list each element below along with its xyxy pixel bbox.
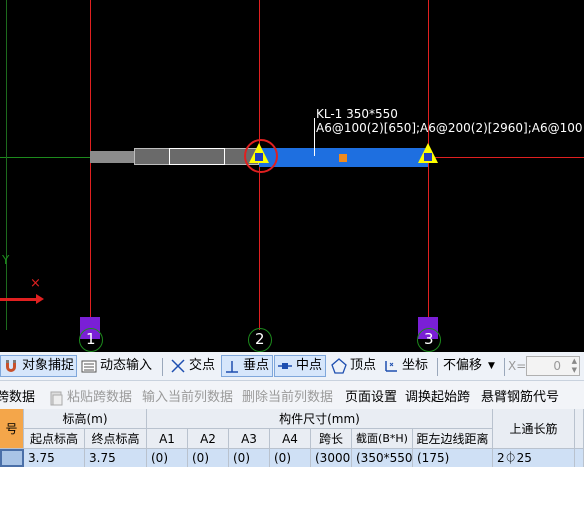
col-header-start-elev[interactable]: 起点标高	[24, 429, 85, 449]
col-header-span-length[interactable]: 跨长	[311, 429, 352, 449]
keyboard-icon	[81, 358, 97, 374]
axis-label-2: 2	[255, 330, 265, 348]
menu-swap-start-span[interactable]: 调换起始跨	[405, 386, 470, 405]
green-guide-vertical	[6, 0, 7, 330]
col-header-edge-distance[interactable]: 距左边线距离	[413, 429, 493, 449]
object-snap-button[interactable]: 对象捕捉	[0, 355, 77, 377]
cell-top-rebar[interactable]: 2⏀25	[493, 449, 575, 467]
cell-a3[interactable]: (0)	[229, 449, 270, 467]
col-header-top-rebar[interactable]: 上通长筋	[493, 409, 575, 449]
grid-line-1	[90, 0, 91, 330]
group-header-dimensions: 构件尺寸(mm)	[147, 409, 493, 429]
toolbar-separator	[437, 358, 438, 376]
vertex-snap-button[interactable]: 顶点	[331, 355, 376, 377]
cell-a1[interactable]: (0)	[147, 449, 188, 467]
stepper-icon: ▲ ▼	[571, 357, 577, 374]
ucs-y-label: Y	[2, 253, 10, 267]
span-data-grid[interactable]: 号 标高(m) 构件尺寸(mm) 上通长筋 起点标高 终点标高 A1 A2 A3…	[0, 409, 584, 467]
snap-toolbar: 对象捕捉 动态输入 交点 垂点 中点 顶点 坐标 不偏移 ▼ X= 0 ▲ ▼	[0, 352, 584, 381]
cell-a2[interactable]: (0)	[188, 449, 229, 467]
x-offset-label: X=	[508, 359, 527, 373]
snap-cursor-circle	[244, 139, 278, 173]
col-header-a3[interactable]: A3	[229, 429, 270, 449]
axis-label-3: 3	[424, 330, 434, 348]
intersection-snap-button[interactable]: 交点	[170, 355, 215, 377]
col-header-section[interactable]: 截面(B*H)	[352, 429, 413, 449]
row-selector[interactable]	[0, 449, 24, 467]
beam-label-name: KL-1 350*550	[316, 107, 398, 121]
menu-input-column[interactable]: 输入当前列数据	[142, 386, 233, 405]
menu-cantilever-code[interactable]: 悬臂钢筋代号	[481, 386, 559, 405]
cell-span-length[interactable]: (3000)	[311, 449, 352, 467]
menu-page-setup[interactable]: 页面设置	[345, 386, 397, 405]
object-snap-label: 对象捕捉	[22, 358, 75, 373]
snap-marker-end[interactable]	[416, 141, 440, 169]
cell-section[interactable]: (350*550)	[352, 449, 413, 467]
offset-select-value: 不偏移	[443, 358, 483, 373]
col-header-end-elev[interactable]: 终点标高	[85, 429, 147, 449]
green-guide-line	[0, 157, 90, 158]
dynamic-input-button[interactable]: 动态输入	[81, 355, 152, 377]
beam-label-rebar: A6@100(2)[650];A6@200(2)[2960];A6@100	[316, 121, 583, 135]
ucs-x-arrow	[0, 298, 40, 301]
col-header-extra	[575, 409, 584, 449]
menu-paste-span-data[interactable]: 粘贴跨数据	[48, 386, 132, 406]
intersection-icon	[170, 358, 186, 374]
offset-select[interactable]: 不偏移 ▼	[443, 355, 501, 377]
perpendicular-snap-button[interactable]: 垂点	[221, 355, 273, 377]
ucs-x-mark: ×	[30, 276, 41, 291]
coordinate-icon	[383, 358, 399, 374]
paste-icon	[48, 390, 64, 406]
vertex-label: 顶点	[350, 358, 377, 373]
midpoint-snap-button[interactable]: 中点	[274, 355, 326, 377]
magnet-icon	[3, 358, 19, 374]
toolbar-separator	[504, 358, 505, 376]
perpendicular-label: 垂点	[243, 358, 270, 373]
cell-extra[interactable]	[575, 449, 584, 467]
cell-end-elev[interactable]: 3.75	[85, 449, 147, 467]
coordinate-label: 坐标	[402, 358, 429, 373]
drawing-canvas[interactable]: KL-1 350*550 A6@100(2)[650];A6@200(2)[29…	[0, 0, 584, 352]
midpoint-label: 中点	[296, 358, 323, 373]
perpendicular-icon	[224, 358, 240, 374]
x-offset-input[interactable]: 0 ▲ ▼	[526, 356, 580, 376]
x-offset-value: 0	[553, 359, 561, 373]
beam-label-leader	[314, 118, 315, 156]
menu-delete-column[interactable]: 删除当前列数据	[242, 386, 333, 405]
intersection-label: 交点	[189, 358, 216, 373]
cell-start-elev[interactable]: 3.75	[24, 449, 85, 467]
cell-a4[interactable]: (0)	[270, 449, 311, 467]
menu-span-data[interactable]: 跨数据	[0, 386, 35, 405]
col-header-span-no[interactable]: 号	[0, 409, 24, 449]
toolbar-separator	[162, 358, 163, 376]
vertex-icon	[331, 358, 347, 374]
chevron-down-icon: ▼	[488, 361, 495, 371]
midpoint-icon	[277, 358, 293, 374]
beam-gray-box	[169, 148, 225, 165]
coordinate-snap-button[interactable]: 坐标	[383, 355, 428, 377]
dynamic-input-label: 动态输入	[100, 358, 153, 373]
col-header-a4[interactable]: A4	[270, 429, 311, 449]
ucs-arrow-head	[36, 294, 44, 304]
col-header-a2[interactable]: A2	[188, 429, 229, 449]
col-header-a1[interactable]: A1	[147, 429, 188, 449]
cell-edge-distance[interactable]: (175)	[413, 449, 493, 467]
axis-label-1: 1	[86, 330, 96, 348]
grid-menu-bar: 跨数据 粘贴跨数据 输入当前列数据 删除当前列数据 页面设置 调换起始跨 悬臂钢…	[0, 381, 584, 409]
beam-midpoint-grip[interactable]	[339, 154, 347, 162]
menu-paste-label: 粘贴跨数据	[67, 390, 133, 405]
group-header-elevation: 标高(m)	[24, 409, 147, 429]
